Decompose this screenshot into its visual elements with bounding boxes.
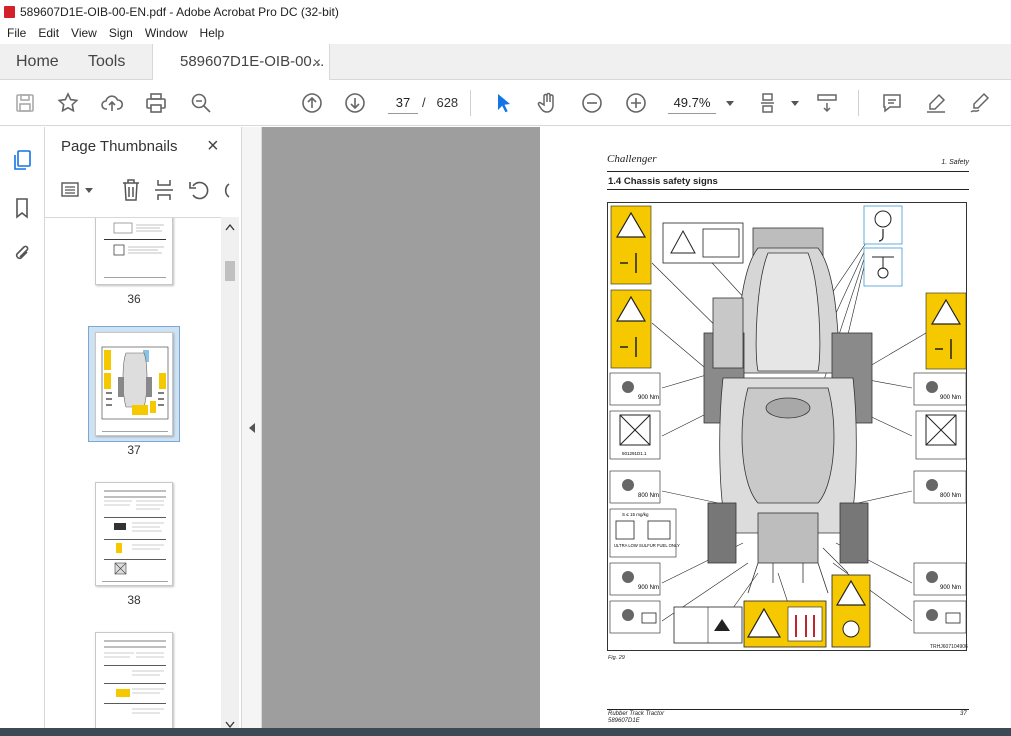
navigation-rail <box>0 127 45 736</box>
thumbnail-page-number: 38 <box>127 593 141 607</box>
upload-cloud-icon[interactable] <box>100 91 124 115</box>
comment-icon[interactable] <box>880 91 904 115</box>
toolbar-divider <box>470 90 471 116</box>
fill-sign-icon[interactable] <box>968 91 992 115</box>
zoom-level-input[interactable]: 49.7% <box>668 92 716 114</box>
chassis-safety-figure: 900 Nm 501291D1.1 800 Nm S ≤ 15 mg/kg UL… <box>607 202 967 651</box>
footer-model: Rubber Track Tractor 589607D1E <box>608 711 665 724</box>
print-icon[interactable] <box>144 91 168 115</box>
delete-pages-icon[interactable] <box>120 178 142 202</box>
heading-rule <box>607 189 969 190</box>
footer-page-number: 37 <box>960 711 967 717</box>
bookmark-star-icon[interactable] <box>56 91 80 115</box>
menu-window[interactable]: Window <box>138 24 193 40</box>
tab-close-icon[interactable]: × <box>313 44 321 80</box>
collapse-panel-arrow-icon[interactable] <box>248 422 256 434</box>
zoom-in-icon[interactable] <box>624 91 648 115</box>
svg-text:900 Nm: 900 Nm <box>940 585 961 591</box>
torque-label: 800 Nm <box>638 493 659 499</box>
svg-text:900 Nm: 900 Nm <box>940 395 961 401</box>
window-titlebar: 589607D1E-OIB-00-EN.pdf - Adobe Acrobat … <box>0 0 1011 24</box>
thumbnails-scrollbar[interactable] <box>221 217 239 736</box>
rotate-counterclockwise-icon[interactable] <box>187 178 209 202</box>
scroll-mode-icon[interactable] <box>815 91 839 115</box>
page-number-input[interactable]: 37 <box>388 92 418 114</box>
scroll-up-arrow-icon[interactable] <box>225 223 235 231</box>
svg-text:S ≤ 15 mg/kg: S ≤ 15 mg/kg <box>622 512 649 517</box>
panel-title: Page Thumbnails <box>61 138 178 155</box>
save-icon[interactable] <box>13 91 37 115</box>
zoom-dropdown-chevron-icon[interactable] <box>718 91 734 115</box>
extract-pages-icon[interactable] <box>153 178 175 202</box>
menu-help[interactable]: Help <box>193 24 230 40</box>
menu-sign[interactable]: Sign <box>102 24 138 40</box>
page-thumbnails-panel: Page Thumbnails × 36 37 38 <box>45 127 241 736</box>
header-rule <box>607 171 969 172</box>
tab-tools[interactable]: Tools <box>88 44 125 80</box>
footer-rule <box>607 709 969 710</box>
next-page-icon[interactable] <box>343 91 367 115</box>
figure-id: TRHJ607104906 <box>930 644 968 650</box>
tab-home[interactable]: Home <box>16 44 59 80</box>
thumbnail-page-number: 36 <box>127 292 141 306</box>
page-fit-dropdown-icon[interactable] <box>783 91 799 115</box>
thumbnails-list[interactable]: 36 37 38 <box>45 217 221 736</box>
thumbnail-page-number: 37 <box>127 443 141 457</box>
page-heading: 1.4 Chassis safety signs <box>608 176 718 187</box>
panel-close-icon[interactable]: × <box>207 135 219 158</box>
page-thumbnail[interactable] <box>95 632 173 736</box>
acrobat-app-icon <box>4 6 15 18</box>
document-page: Challenger 1. Safety 1.4 Chassis safety … <box>540 127 1011 736</box>
menu-edit[interactable]: Edit <box>31 24 64 40</box>
menu-bar: File Edit View Sign Window Help <box>0 24 1011 44</box>
taskbar-strip <box>0 728 1011 736</box>
bookmarks-icon[interactable] <box>11 197 33 219</box>
attachments-icon[interactable] <box>11 242 33 264</box>
window-title: 589607D1E-OIB-00-EN.pdf - Adobe Acrobat … <box>20 5 339 19</box>
hand-tool-icon[interactable] <box>536 91 560 115</box>
page-total: / 628 <box>422 95 459 110</box>
select-pointer-icon[interactable] <box>492 91 516 115</box>
page-section-label: 1. Safety <box>941 159 969 166</box>
page-thumbnail[interactable] <box>95 482 173 586</box>
tab-bar: Home Tools 589607D1E-OIB-00... × <box>0 44 1011 81</box>
page-thumbnail-selected[interactable] <box>95 332 173 436</box>
svg-text:ULTRA LOW SULFUR FUEL ONLY: ULTRA LOW SULFUR FUEL ONLY <box>614 543 680 548</box>
zoom-search-icon[interactable] <box>189 91 213 115</box>
menu-file[interactable]: File <box>0 24 31 40</box>
page-thumbnail[interactable] <box>95 218 173 285</box>
torque-label: 900 Nm <box>638 395 659 401</box>
thumbnail-options-icon[interactable] <box>61 179 97 201</box>
main-toolbar: 37 / 628 49.7% <box>0 80 1011 126</box>
menu-view[interactable]: View <box>64 24 102 40</box>
rotate-clockwise-icon[interactable] <box>219 178 231 202</box>
tab-document-label: 589607D1E-OIB-00... <box>180 53 325 70</box>
previous-page-icon[interactable] <box>300 91 324 115</box>
page-fit-icon[interactable] <box>758 91 782 115</box>
panel-toolbar <box>55 177 241 203</box>
scrollbar-thumb[interactable] <box>225 261 235 281</box>
figure-caption: Fig. 29 <box>608 655 625 661</box>
brand-logo: Challenger <box>607 153 657 165</box>
document-viewer[interactable]: Challenger 1. Safety 1.4 Chassis safety … <box>262 127 1011 736</box>
zoom-out-icon[interactable] <box>580 91 604 115</box>
tab-document[interactable]: 589607D1E-OIB-00... × <box>152 44 330 81</box>
svg-text:900 Nm: 900 Nm <box>638 585 659 591</box>
svg-text:800 Nm: 800 Nm <box>940 493 961 499</box>
page-thumbnails-icon[interactable] <box>11 149 33 171</box>
highlight-pen-icon[interactable] <box>924 91 948 115</box>
toolbar-divider <box>858 90 859 116</box>
panel-collapse-handle[interactable] <box>241 127 262 736</box>
svg-text:501291D1.1: 501291D1.1 <box>622 451 647 456</box>
